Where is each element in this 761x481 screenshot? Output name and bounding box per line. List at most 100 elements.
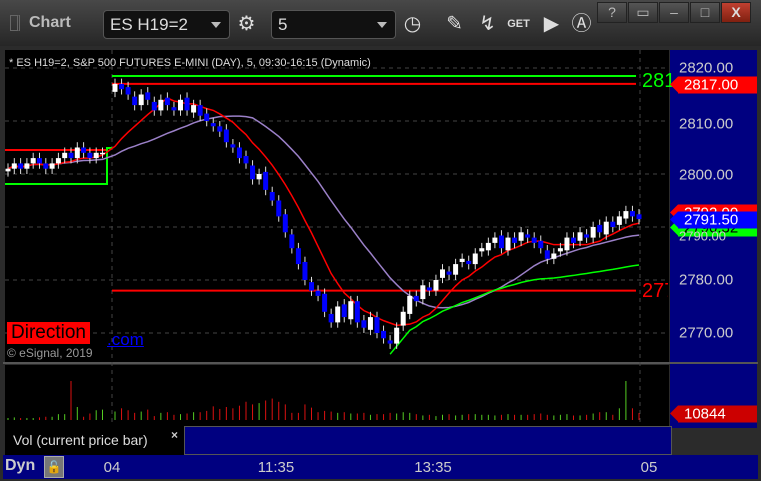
- candle-body: [636, 214, 642, 220]
- candle-body: [178, 99, 183, 111]
- price-tick: 2770.00: [679, 324, 734, 342]
- candle-body: [151, 101, 157, 111]
- candle-body: [531, 237, 537, 243]
- candle-body: [289, 234, 295, 249]
- candle-body: [125, 87, 131, 95]
- watermark-direction: Direction: [7, 322, 90, 344]
- candle-body: [603, 221, 609, 235]
- candle-body: [269, 192, 275, 201]
- watermark-com: .com: [107, 330, 144, 349]
- candle-body: [361, 320, 367, 328]
- candle-body: [367, 317, 373, 330]
- candle-body: [472, 253, 478, 265]
- lock-icon[interactable]: 🔓: [44, 456, 64, 478]
- candle-body: [610, 221, 616, 227]
- tag-text: 2817.00: [684, 76, 739, 94]
- price-tick: 2800.00: [679, 166, 734, 184]
- candle-body: [571, 237, 576, 243]
- candle-body: [145, 92, 151, 100]
- candle-body: [420, 285, 426, 300]
- candle-body: [223, 129, 229, 143]
- candle-body: [138, 94, 144, 106]
- candle-body: [315, 290, 321, 296]
- candle-body: [597, 224, 603, 233]
- candle-body: [440, 269, 445, 278]
- candle-body: [282, 214, 288, 233]
- price-tick: 2780.00: [679, 271, 734, 289]
- candle-body: [276, 200, 282, 217]
- candle-body: [433, 280, 439, 291]
- candle-body: [564, 237, 570, 251]
- candle-body: [512, 237, 518, 243]
- candle-body: [328, 313, 334, 323]
- candle-body: [184, 97, 190, 111]
- candle-body: [243, 155, 249, 164]
- tag-text: 2791.50: [684, 211, 739, 229]
- candle-body: [100, 152, 105, 155]
- candle-body: [335, 306, 341, 323]
- candle-body: [68, 152, 74, 159]
- candle-body: [394, 327, 400, 344]
- candle-body: [164, 97, 170, 106]
- time-tick: 05: [640, 459, 658, 476]
- candle-body: [158, 99, 164, 111]
- candle-body: [322, 293, 328, 312]
- time-tick: 04: [103, 459, 121, 476]
- candle-body: [551, 253, 557, 259]
- candle-body: [341, 304, 347, 318]
- candle-body: [204, 113, 210, 121]
- candle-body: [381, 330, 387, 339]
- candle-body: [18, 163, 24, 169]
- candle-body: [400, 311, 406, 326]
- candle-body: [87, 152, 93, 159]
- candle-body: [81, 147, 87, 153]
- candle-body: [584, 234, 590, 238]
- candle-body: [11, 163, 17, 169]
- candle-body: [348, 301, 354, 320]
- candle-body: [453, 264, 459, 275]
- candle-body: [544, 250, 550, 259]
- last-price-tag: 2791.50: [670, 211, 757, 229]
- candle-body: [492, 237, 498, 243]
- price-tick: 2820.00: [679, 59, 734, 77]
- time-tick: 13:35: [414, 459, 452, 476]
- lower-line-label: 277: [642, 280, 668, 302]
- candle-body: [93, 152, 99, 159]
- candle-body: [74, 147, 80, 159]
- candle-body: [309, 282, 314, 291]
- candle-body: [505, 237, 511, 251]
- candle-body: [302, 261, 308, 280]
- candle-body: [616, 216, 622, 225]
- candle-body: [210, 123, 216, 127]
- price-tag-2817: 2817.00: [670, 76, 757, 94]
- candle-body: [55, 158, 61, 164]
- candle-body: [171, 107, 177, 111]
- volume-tag: 10844: [670, 405, 757, 423]
- candle-body: [479, 248, 485, 252]
- candle-body: [250, 165, 256, 180]
- candle-body: [43, 163, 49, 169]
- candle-body: [112, 83, 118, 92]
- candle-body: [538, 240, 544, 249]
- candle-body: [557, 248, 563, 252]
- green-average-line: [389, 264, 640, 355]
- candle-body: [62, 152, 68, 159]
- time-tick: 11:35: [257, 459, 295, 476]
- candle-body: [191, 105, 197, 113]
- candle-body: [518, 232, 524, 241]
- price-tick: 2790.00: [679, 228, 726, 244]
- candle-body: [577, 232, 583, 241]
- candle-body: [623, 211, 629, 219]
- candle-body: [119, 83, 125, 90]
- candle-body: [459, 258, 465, 262]
- candle-body: [30, 158, 36, 164]
- candle-body: [37, 158, 42, 164]
- candle-body: [466, 260, 472, 265]
- copyright: © eSignal, 2019: [7, 346, 93, 360]
- candle-body: [446, 271, 452, 275]
- candle-body: [263, 171, 269, 190]
- candle-body: [217, 126, 223, 132]
- candle-body: [230, 144, 236, 148]
- candle-body: [498, 235, 504, 249]
- candle-body: [629, 211, 635, 217]
